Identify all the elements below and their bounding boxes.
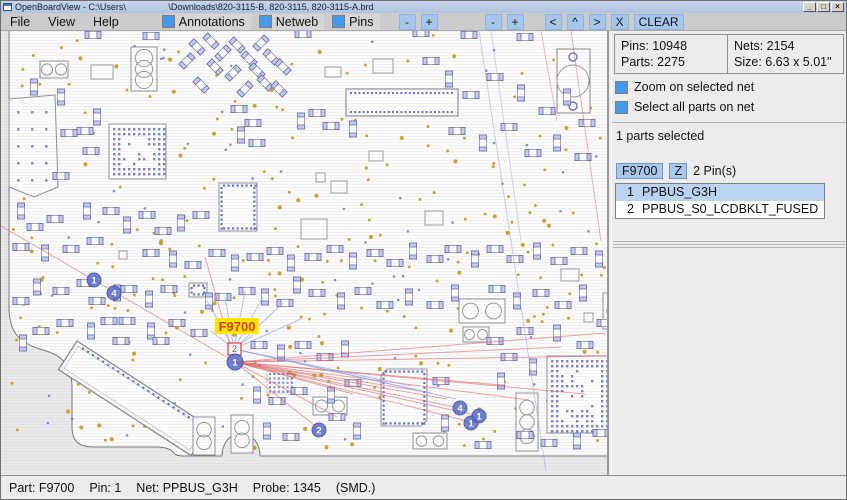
option-zoom: Zoom on selected net: [615, 80, 846, 94]
pin2-label: 2: [232, 344, 237, 354]
selected-part-label[interactable]: F9700: [215, 318, 259, 334]
pins-checkbox[interactable]: [332, 15, 345, 28]
marker-number: 1: [232, 357, 238, 368]
toolbar-button-6[interactable]: >: [589, 14, 606, 30]
marker-number: 2: [316, 425, 321, 436]
marker-number: 1: [476, 411, 482, 422]
option-label: Select all parts on net: [634, 100, 754, 114]
stat-nets: Nets: 2154: [734, 38, 832, 54]
selected-pin2-box[interactable]: 2: [228, 343, 241, 355]
window-controls: _□×: [802, 2, 844, 12]
option-label: Zoom on selected net: [634, 80, 754, 94]
checkbox-label: Pins: [345, 14, 379, 30]
net-options: Zoom on selected net Select all parts on …: [612, 80, 846, 114]
annotation-pin-marker[interactable]: 1: [87, 273, 101, 287]
toolbar-button-1[interactable]: +: [421, 14, 438, 30]
status-part: Part: F9700: [9, 481, 74, 495]
status-net: Net: PPBUS_G3H: [136, 481, 237, 495]
board-stats: Pins: 10948 Parts: 2275 Nets: 2154 Size:…: [614, 34, 844, 74]
status-probe: Probe: 1345: [253, 481, 321, 495]
menu-help[interactable]: Help: [84, 15, 128, 29]
annotations-checkbox[interactable]: [162, 15, 175, 28]
menu-file[interactable]: File: [1, 15, 39, 29]
annotation-pin-marker[interactable]: 4: [453, 401, 467, 415]
pin-list-row[interactable]: 1 PPBUS_G3H: [616, 184, 824, 201]
menu-items: FileViewHelp: [1, 15, 128, 29]
toolbar-check-pins: Pins: [332, 14, 379, 30]
annotation-pin-marker[interactable]: 1: [472, 409, 486, 423]
option-select: Select all parts on net: [615, 100, 846, 114]
toolbar-checkboxes: Annotations Netweb Pins: [154, 14, 380, 30]
marker-number: 1: [91, 275, 97, 286]
stat-parts: Parts: 2275: [621, 54, 721, 70]
main-area: 2F97001412411 Pins: 10948 Parts: 2275 Ne…: [1, 31, 846, 475]
pin-net-list: 1 PPBUS_G3H 2 PPBUS_S0_LCDBKLT_FUSED: [615, 183, 825, 219]
pcb-board-view[interactable]: 2F97001412411: [1, 31, 609, 475]
selection-summary: 1 parts selected: [616, 129, 846, 143]
stat-pins: Pins: 10948: [621, 38, 721, 54]
pin-net-name: PPBUS_G3H: [642, 184, 717, 201]
marker-number: 4: [457, 403, 463, 414]
close-button[interactable]: ×: [831, 2, 844, 12]
menu-toolbar: FileViewHelp AnnotationsNetwebPins -+-+<…: [1, 13, 846, 31]
pin-count-label: 2 Pin(s): [693, 164, 736, 178]
side-panel: Pins: 10948 Parts: 2275 Nets: 2154 Size:…: [611, 31, 846, 475]
toolbar-button-clear[interactable]: CLEAR: [634, 14, 684, 30]
minimize-button[interactable]: _: [803, 2, 816, 12]
zoom-to-part-button[interactable]: Z: [669, 163, 687, 179]
toolbar-button-7[interactable]: X: [611, 14, 629, 30]
marker-number: 4: [111, 288, 117, 299]
annotation-pin-marker[interactable]: 2: [312, 423, 326, 437]
pcb-canvas[interactable]: 2F97001412411: [1, 31, 609, 475]
option-checkbox[interactable]: [615, 101, 628, 114]
divider: [613, 241, 845, 250]
status-bar: Part: F9700 Pin: 1 Net: PPBUS_G3H Probe:…: [1, 475, 846, 499]
status-pin: Pin: 1: [89, 481, 121, 495]
checkbox-label: Netweb: [272, 14, 324, 30]
toolbar-check-netweb: Netweb: [259, 14, 324, 30]
stat-size: Size: 6.63 x 5.01": [734, 54, 832, 70]
option-checkbox[interactable]: [615, 81, 628, 94]
toolbar-button-4[interactable]: <: [545, 14, 562, 30]
annotation-pin-marker[interactable]: 4: [107, 286, 121, 300]
openboardview-window: OpenBoardView - C:\Users\ \Downloads\820…: [0, 0, 847, 500]
checkbox-label: Annotations: [175, 14, 251, 30]
annotation-pin-marker[interactable]: 1: [227, 354, 243, 370]
toolbar-buttons: -+-+<^>XCLEAR: [380, 14, 684, 30]
pin-list-row[interactable]: 2 PPBUS_S0_LCDBKLT_FUSED: [616, 201, 824, 218]
selected-part-row: F9700 Z 2 Pin(s): [616, 163, 846, 179]
toolbar-button-5[interactable]: ^: [567, 14, 584, 30]
toolbar-button-3[interactable]: +: [507, 14, 524, 30]
toolbar-button-0[interactable]: -: [399, 14, 416, 30]
pin-number: 2: [616, 201, 634, 218]
toolbar-button-2[interactable]: -: [485, 14, 502, 30]
restore-button[interactable]: □: [817, 2, 830, 12]
selected-part-label-text: F9700: [219, 319, 256, 334]
title-bar[interactable]: OpenBoardView - C:\Users\ \Downloads\820…: [1, 1, 846, 13]
netweb-checkbox[interactable]: [259, 15, 272, 28]
menu-view[interactable]: View: [39, 15, 84, 29]
app-icon: [3, 3, 12, 11]
part-button[interactable]: F9700: [616, 163, 663, 179]
status-package: (SMD.): [336, 481, 376, 495]
pin-number: 1: [616, 184, 634, 201]
pin-net-name: PPBUS_S0_LCDBKLT_FUSED: [642, 201, 818, 218]
divider: [612, 122, 846, 123]
window-title: OpenBoardView - C:\Users\ \Downloads\820…: [15, 2, 802, 12]
toolbar-check-annotations: Annotations: [162, 14, 251, 30]
